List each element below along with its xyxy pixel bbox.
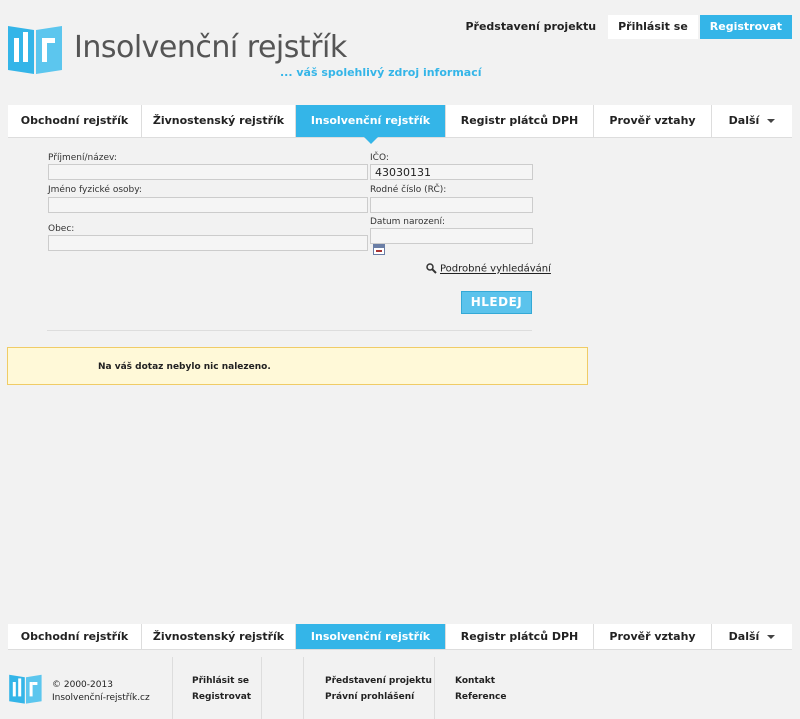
ico-input[interactable] — [370, 164, 533, 180]
calendar-icon[interactable] — [373, 244, 385, 255]
tab-registr-platcu-dph[interactable]: Registr plátců DPH — [446, 105, 594, 137]
tab-prover-vztahy[interactable]: Prověř vztahy — [594, 105, 712, 137]
footer-book-logo-icon — [9, 674, 42, 704]
footer-tab-obchodni-rejstrik[interactable]: Obchodní rejstřík — [8, 624, 142, 649]
birth-number-input[interactable] — [370, 197, 533, 213]
footer-tab-prover-vztahy[interactable]: Prověř vztahy — [594, 624, 712, 649]
footer-nav: Obchodní rejstřík Živnostenský rejstřík … — [8, 624, 792, 650]
firstname-input[interactable] — [48, 197, 368, 213]
advanced-search-label: Podrobné vyhledávání — [440, 263, 551, 275]
surname-label: Příjmení/název: — [48, 153, 117, 163]
footer-reference-link[interactable]: Reference — [455, 692, 506, 702]
birth-number-label: Rodné číslo (RČ): — [370, 185, 447, 195]
footer-login-link[interactable]: Přihlásit se — [192, 676, 249, 686]
footer-contact-link[interactable]: Kontakt — [455, 676, 495, 686]
birth-date-input[interactable] — [370, 228, 533, 244]
city-label: Obec: — [48, 224, 75, 234]
footer-divider — [172, 657, 173, 719]
footer-divider — [261, 657, 262, 719]
form-divider — [47, 330, 532, 331]
footer-project-link[interactable]: Představení projektu — [325, 676, 432, 686]
footer-site-name: Insolvenční-rejstřík.cz — [52, 693, 150, 703]
footer-copyright: © 2000-2013 — [52, 680, 113, 690]
footer-tab-dalsi[interactable]: Další — [712, 624, 792, 649]
main-nav: Obchodní rejstřík Živnostenský rejstřík … — [8, 105, 792, 144]
surname-input[interactable] — [48, 164, 368, 180]
top-links: Představení projektu Přihlásit se Regist… — [455, 15, 792, 39]
magnifier-icon — [426, 263, 437, 274]
footer-divider — [434, 657, 435, 719]
no-results-message: Na váš dotaz nebylo nic nalezeno. — [98, 362, 271, 372]
birth-date-label: Datum narození: — [370, 217, 446, 227]
chevron-down-icon — [767, 119, 776, 123]
chevron-down-icon — [767, 635, 776, 639]
advanced-search-link[interactable]: Podrobné vyhledávání — [426, 263, 551, 275]
search-button[interactable]: HLEDEJ — [461, 291, 532, 314]
book-logo-icon — [8, 26, 62, 74]
footer-legal-link[interactable]: Právní prohlášení — [325, 692, 414, 702]
city-input[interactable] — [48, 235, 368, 251]
ico-label: IČO: — [370, 153, 389, 163]
logo-title: Insolvenční rejstřík — [74, 30, 347, 65]
project-link[interactable]: Představení projektu — [455, 15, 606, 39]
tab-obchodni-rejstrik[interactable]: Obchodní rejstřík — [8, 105, 142, 137]
footer-tab-insolvencni-rejstrik[interactable]: Insolvenční rejstřík — [296, 624, 446, 649]
logo-tagline: ... váš spolehlivý zdroj informací — [280, 66, 482, 79]
tab-insolvencni-rejstrik[interactable]: Insolvenční rejstřík — [296, 105, 446, 144]
footer-divider — [303, 657, 304, 719]
tab-zivnostensky-rejstrik[interactable]: Živnostenský rejstřík — [142, 105, 296, 137]
site-logo[interactable]: Insolvenční rejstřík ... váš spolehlivý … — [6, 20, 482, 80]
footer-tab-registr-platcu-dph[interactable]: Registr plátců DPH — [446, 624, 594, 649]
register-button[interactable]: Registrovat — [699, 15, 792, 39]
firstname-label: Jméno fyzické osoby: — [48, 185, 142, 195]
tab-dalsi[interactable]: Další — [712, 105, 792, 137]
login-link[interactable]: Přihlásit se — [608, 15, 698, 39]
footer-tab-zivnostensky-rejstrik[interactable]: Živnostenský rejstřík — [142, 624, 296, 649]
footer-register-link[interactable]: Registrovat — [192, 692, 251, 702]
no-results-alert: Na váš dotaz nebylo nic nalezeno. — [7, 347, 588, 385]
